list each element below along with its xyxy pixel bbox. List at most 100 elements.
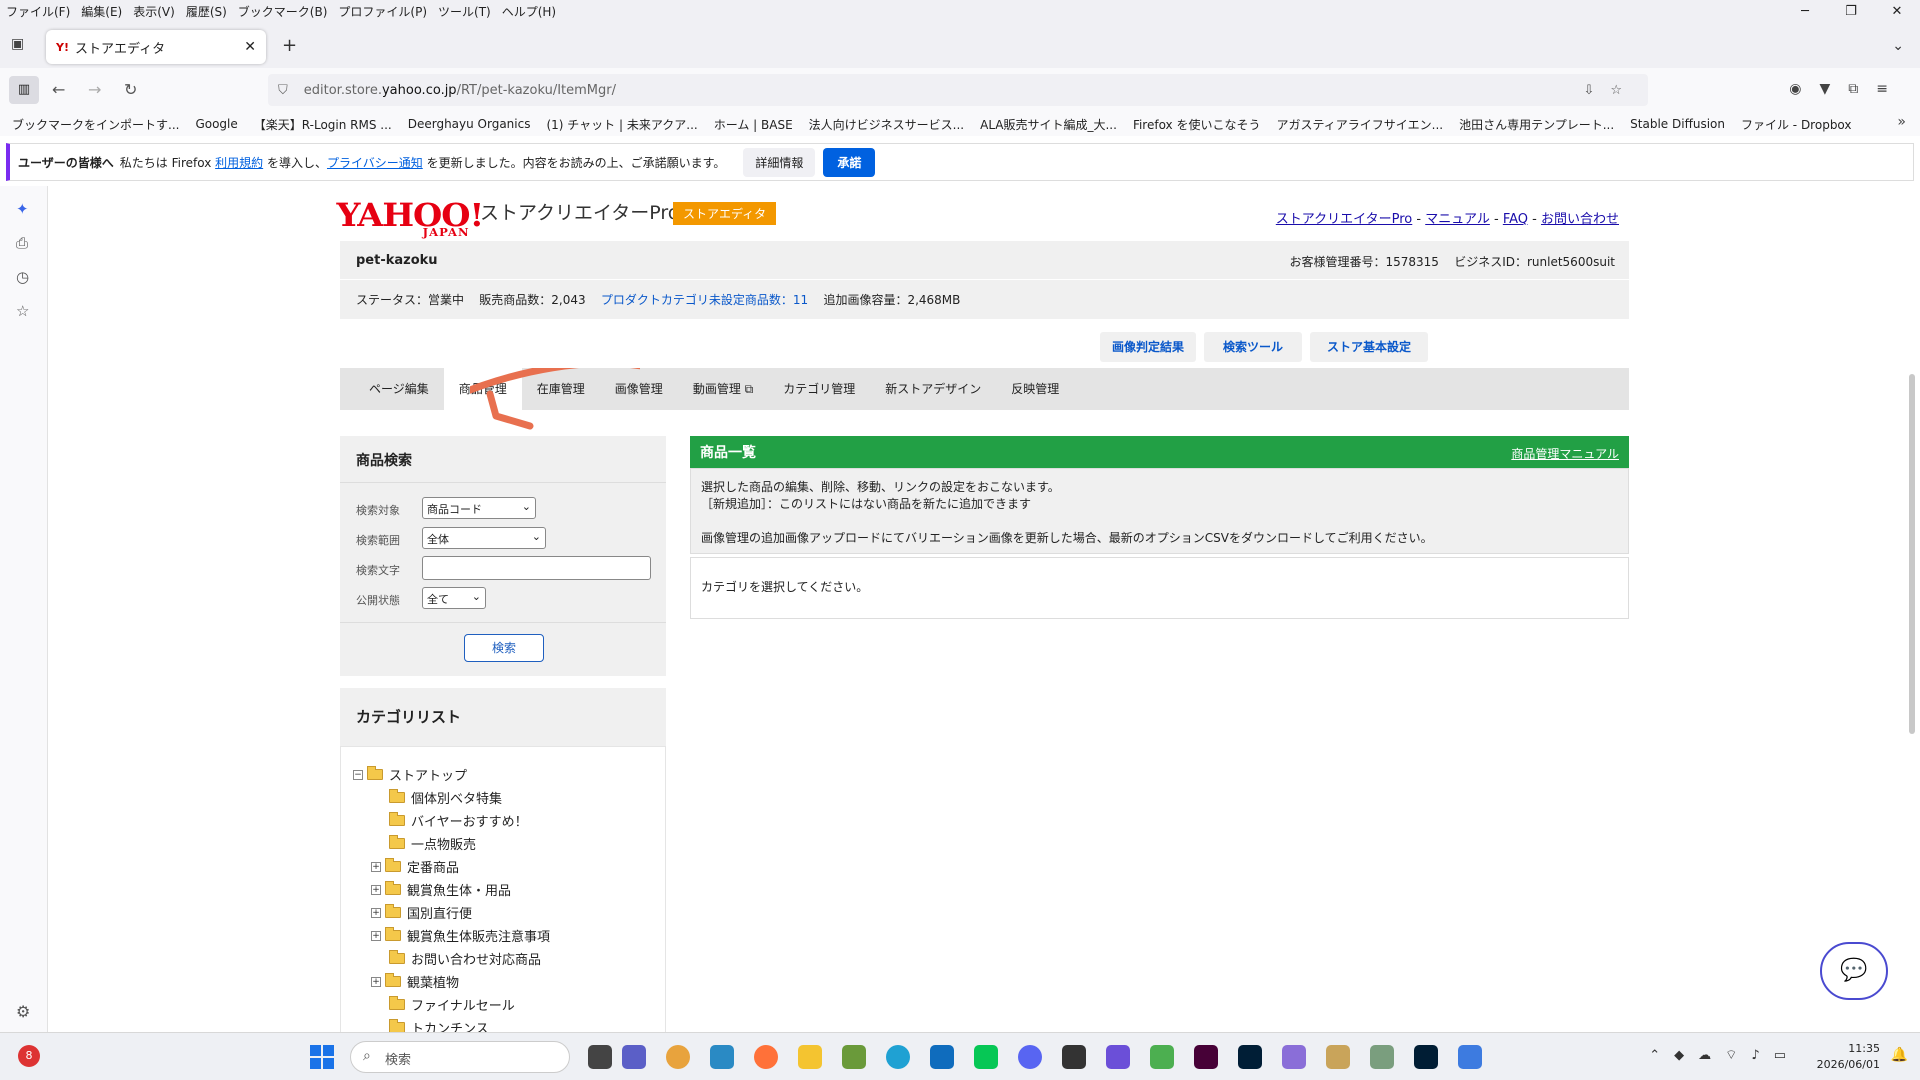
- url-bar[interactable]: ⛉ editor.store. yahoo.co.jp/RT/pet-kazoku…: [268, 74, 1648, 106]
- sidebar-settings-gear-icon[interactable]: ⚙: [16, 1002, 30, 1021]
- bookmarks-overflow-icon[interactable]: »: [1897, 114, 1906, 130]
- app-icon[interactable]: [1282, 1045, 1306, 1069]
- minimize-icon[interactable]: ─: [1782, 0, 1828, 24]
- bookmark-item[interactable]: ALA販売サイト編成_大...: [980, 116, 1117, 133]
- close-window-icon[interactable]: ✕: [1874, 0, 1920, 24]
- tree-item[interactable]: バイヤーおすすめ！: [389, 811, 528, 830]
- edge-icon[interactable]: [886, 1045, 910, 1069]
- bookmarks-star-icon[interactable]: ☆: [16, 302, 29, 320]
- bookmark-item[interactable]: 【楽天】R-Login RMS ...: [254, 116, 392, 133]
- bookmark-star-icon[interactable]: ☆: [1610, 83, 1638, 98]
- tree-item[interactable]: ファイナルセール: [389, 995, 515, 1014]
- history-icon[interactable]: ◷: [16, 268, 29, 286]
- shield-icon[interactable]: ⛉: [278, 83, 288, 98]
- store-creator-pro-link[interactable]: ストアクリエイターPro: [1276, 212, 1412, 227]
- app-menu-icon[interactable]: ≡: [1876, 81, 1906, 97]
- page-scrollbar[interactable]: [1909, 374, 1915, 734]
- tab-item-management[interactable]: 商品管理: [443, 368, 522, 410]
- item-management-manual-link[interactable]: 商品管理マニュアル: [1511, 445, 1619, 462]
- tree-item[interactable]: + 国別直行便: [371, 903, 472, 922]
- menu-edit[interactable]: 編集(E): [81, 3, 122, 20]
- sidebar-toggle-icon[interactable]: ▥: [9, 76, 39, 104]
- browser-tab[interactable]: Y! ストアエディタ ✕: [46, 30, 266, 64]
- bookmark-item[interactable]: ブックマークをインポートす...: [12, 116, 179, 133]
- tree-item[interactable]: + 観葉植物: [371, 972, 459, 991]
- menu-history[interactable]: 履歴(S): [186, 3, 227, 20]
- tab-list-icon[interactable]: ▣: [11, 36, 24, 52]
- bookmark-item[interactable]: Google: [195, 117, 237, 131]
- bookmark-item[interactable]: Deerghayu Organics: [408, 117, 531, 131]
- line-icon[interactable]: [974, 1045, 998, 1069]
- reload-icon[interactable]: ↻: [124, 80, 137, 99]
- tab-overflow-chevron-icon[interactable]: ⌄: [1892, 38, 1904, 54]
- search-tools-button[interactable]: 検索ツール: [1204, 332, 1302, 362]
- bookmark-item[interactable]: Firefox を使いこなそう: [1133, 116, 1261, 133]
- tab-images[interactable]: 画像管理: [600, 368, 678, 410]
- notifications-bell-icon[interactable]: 🔔: [1891, 1047, 1908, 1063]
- app-icon[interactable]: [842, 1045, 866, 1069]
- search-text-input[interactable]: [422, 556, 651, 580]
- tab-category[interactable]: カテゴリ管理: [768, 368, 870, 410]
- bookmark-item[interactable]: 法人向けビジネスサービス...: [809, 116, 964, 133]
- back-icon[interactable]: ←: [52, 80, 65, 99]
- unset-category-link[interactable]: プロダクトカテゴリ未設定商品数：11: [601, 293, 808, 307]
- outlook-icon[interactable]: [930, 1045, 954, 1069]
- tree-item[interactable]: お問い合わせ対応商品: [389, 949, 541, 968]
- bookmark-item[interactable]: ホーム | BASE: [714, 116, 793, 133]
- tree-item[interactable]: 一点物販売: [389, 834, 476, 853]
- tab-page-edit[interactable]: ページ編集: [354, 368, 444, 410]
- weather-badge-icon[interactable]: 8: [18, 1045, 40, 1067]
- bookmark-item[interactable]: ファイル - Dropbox: [1741, 116, 1852, 133]
- search-range-select[interactable]: 全体 ⌄: [422, 527, 546, 549]
- bookmark-item[interactable]: アガスティアライフサイエン...: [1276, 116, 1443, 133]
- search-target-select[interactable]: 商品コード ⌄: [422, 497, 536, 519]
- privacy-link[interactable]: プライバシー通知: [327, 154, 423, 171]
- chrome-icon[interactable]: [666, 1045, 690, 1069]
- firefox-icon[interactable]: [754, 1045, 778, 1069]
- tab-publish[interactable]: 反映管理: [996, 368, 1074, 410]
- tray-chevron-icon[interactable]: ⌃: [1649, 1048, 1674, 1063]
- new-tab-icon[interactable]: +: [282, 35, 297, 56]
- ai-sparkle-icon[interactable]: ✦: [16, 200, 29, 218]
- tree-item[interactable]: + 観賞魚生体販売注意事項: [371, 926, 550, 945]
- search-button[interactable]: 検索: [464, 634, 544, 662]
- menu-help[interactable]: ヘルプ(H): [502, 3, 556, 20]
- manual-link[interactable]: マニュアル: [1425, 212, 1490, 227]
- bookmark-item[interactable]: (1) チャット | 未来アクア...: [546, 116, 697, 133]
- account-icon[interactable]: ◉: [1789, 81, 1819, 97]
- extensions-icon[interactable]: ⧉: [1848, 81, 1876, 97]
- tree-root[interactable]: − ストアトップ: [353, 765, 467, 784]
- menu-tools[interactable]: ツール(T): [438, 3, 491, 20]
- app-icon[interactable]: [710, 1045, 734, 1069]
- photoshop-icon[interactable]: [1238, 1045, 1262, 1069]
- restore-icon[interactable]: ❐: [1828, 0, 1874, 24]
- faq-link[interactable]: FAQ: [1503, 212, 1528, 227]
- lightroom-classic-icon[interactable]: [1414, 1045, 1438, 1069]
- menu-profile[interactable]: プロファイル(P): [338, 3, 427, 20]
- teams-icon[interactable]: [622, 1045, 646, 1069]
- image-judgment-button[interactable]: 画像判定結果: [1100, 332, 1196, 362]
- app-icon[interactable]: [1370, 1045, 1394, 1069]
- accept-button[interactable]: 承諾: [823, 147, 876, 177]
- tab-video[interactable]: 動画管理 ⧉: [678, 368, 768, 410]
- notepad-icon[interactable]: [1458, 1045, 1482, 1069]
- wifi-icon[interactable]: ⌔: [1725, 1048, 1751, 1063]
- system-clock[interactable]: 11:35 2026/06/01: [1817, 1041, 1880, 1073]
- menu-bookmarks[interactable]: ブックマーク(B): [238, 3, 328, 20]
- menu-file[interactable]: ファイル(F): [6, 3, 70, 20]
- discord-icon[interactable]: [1018, 1045, 1042, 1069]
- windows-start-icon[interactable]: [310, 1045, 334, 1069]
- chat-support-icon[interactable]: 💬: [1820, 942, 1888, 1000]
- contact-link[interactable]: お問い合わせ: [1541, 212, 1619, 227]
- task-view-icon[interactable]: [588, 1045, 612, 1069]
- tree-item[interactable]: トカンチンス: [389, 1018, 489, 1032]
- close-tab-icon[interactable]: ✕: [244, 39, 256, 55]
- battery-icon[interactable]: ▭: [1774, 1048, 1800, 1063]
- dropbox-icon[interactable]: ◆: [1674, 1048, 1698, 1063]
- tab-new-design[interactable]: 新ストアデザイン: [870, 368, 996, 410]
- bookmark-item[interactable]: 池田さん専用テンプレート...: [1459, 116, 1614, 133]
- dreamweaver-icon[interactable]: [1194, 1045, 1218, 1069]
- tree-item[interactable]: 個体別ベタ特集: [389, 788, 502, 807]
- app-icon[interactable]: [1062, 1045, 1086, 1069]
- file-explorer-icon[interactable]: [798, 1045, 822, 1069]
